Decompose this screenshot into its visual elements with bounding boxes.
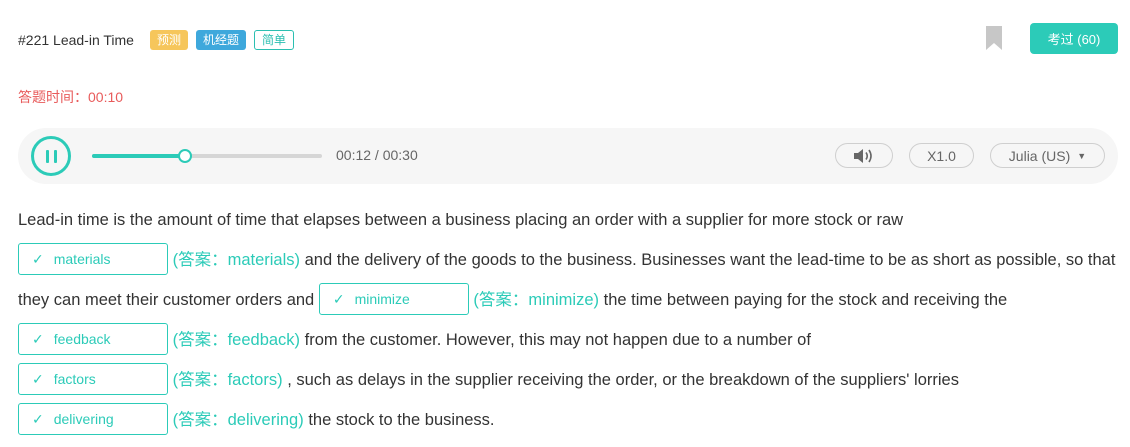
- check-icon: ✓: [32, 410, 44, 427]
- check-icon: ✓: [332, 290, 345, 307]
- passage-segment: , such as delays in the supplier receivi…: [287, 371, 959, 389]
- correct-answer: (答案：minimize): [473, 291, 600, 309]
- passage-segment: the stock to the business.: [308, 411, 495, 429]
- blank-value: minimize: [354, 290, 410, 307]
- answer-blank[interactable]: ✓ materials: [18, 242, 168, 275]
- answer-blank[interactable]: ✓ delivering: [18, 402, 168, 435]
- tag-jijing: 机经题: [195, 30, 246, 50]
- blank-value: feedback: [53, 330, 111, 347]
- question-title: #221 Lead-in Time: [18, 32, 134, 48]
- progress-track[interactable]: [92, 149, 322, 163]
- volume-button[interactable]: [835, 143, 893, 168]
- voice-select[interactable]: Julia (US) ▼: [990, 143, 1105, 168]
- answer-blank[interactable]: ✓ feedback: [18, 322, 168, 355]
- playback-time: 00:12 / 00:30: [336, 147, 418, 163]
- chevron-down-icon: ▼: [1077, 150, 1087, 161]
- answer-blank[interactable]: ✓ minimize: [318, 282, 469, 315]
- correct-answer: (答案：factors): [172, 371, 283, 389]
- voice-label: Julia (US): [1008, 147, 1071, 164]
- bookmark-icon[interactable]: [986, 26, 1002, 50]
- speed-button[interactable]: X1.0: [909, 143, 974, 168]
- correct-answer: (答案：delivering): [172, 411, 304, 429]
- audio-player: 00:12 / 00:30 X1.0 Julia (US) ▼: [18, 128, 1118, 184]
- question-header: #221 Lead-in Time 预测 机经题 简单: [18, 26, 1118, 54]
- passage-segment: the time between paying for the stock an…: [603, 291, 1008, 309]
- tag-difficulty: 简单: [254, 30, 295, 50]
- check-icon: ✓: [32, 370, 44, 387]
- correct-answer: (答案：materials): [172, 251, 301, 269]
- pause-icon[interactable]: [31, 136, 71, 176]
- correct-answer: (答案：feedback): [172, 331, 301, 349]
- check-icon: ✓: [32, 330, 44, 347]
- tag-predict: 预测: [149, 30, 188, 50]
- passage-text: Lead-in time is the amount of time that …: [18, 200, 1118, 440]
- passage-segment: from the customer. However, this may not…: [304, 331, 811, 349]
- blank-value: materials: [53, 250, 111, 267]
- passage-segment: Lead-in time is the amount of time that …: [18, 211, 904, 229]
- blank-value: delivering: [53, 410, 114, 427]
- blank-value: factors: [53, 370, 96, 387]
- answer-blank[interactable]: ✓ factors: [18, 362, 168, 395]
- progress-fill: [92, 154, 184, 158]
- answer-timer: 答题时间：00:10: [18, 89, 124, 105]
- progress-thumb[interactable]: [178, 149, 192, 163]
- exam-count-button[interactable]: 考过 (60): [1030, 23, 1118, 54]
- check-icon: ✓: [32, 250, 44, 267]
- volume-icon: [854, 148, 872, 163]
